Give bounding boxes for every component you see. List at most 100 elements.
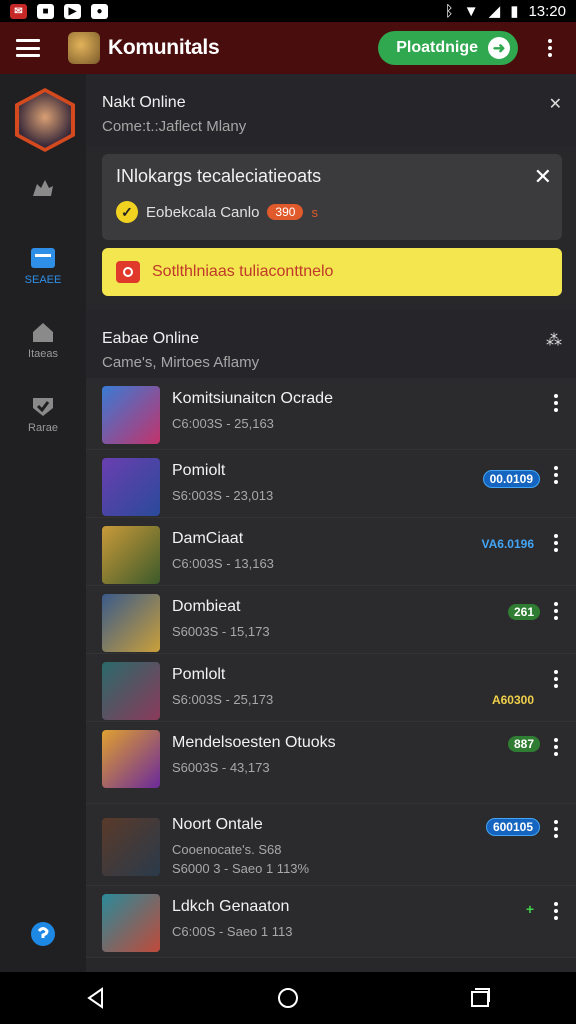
game-title: Ldkch Genaaton <box>172 898 290 915</box>
rail-item-label: Rarae <box>28 422 58 434</box>
home-icon <box>29 320 57 344</box>
badge-check-icon <box>29 394 57 418</box>
close-icon[interactable]: ✕ <box>549 94 562 114</box>
row-menu-icon[interactable] <box>554 466 558 484</box>
game-thumbnail <box>102 526 160 584</box>
overflow-menu-icon[interactable] <box>540 39 560 57</box>
app-notification-icon: ✉ <box>10 3 27 19</box>
game-meta: C6:003S - 25,163 <box>172 416 274 431</box>
game-meta: C6:003S - 13,163 <box>172 556 274 571</box>
game-meta: Cooenocate's. S68 <box>172 842 282 857</box>
app-title: Komunitals <box>108 36 220 59</box>
navigation-rail: SEAEE Itaeas Rarae <box>0 74 86 972</box>
row-menu-icon[interactable] <box>554 738 558 756</box>
row-menu-icon[interactable] <box>554 534 558 552</box>
back-icon[interactable] <box>76 978 116 1018</box>
notice-row-text: Eobekcala Canlo <box>146 203 260 221</box>
media-notification-icon: ▶ <box>64 3 81 19</box>
battery-icon: ▮ <box>510 3 519 20</box>
warning-text: Sotlthlniaas tuliaconttnelo <box>152 263 334 280</box>
menu-icon[interactable] <box>16 39 40 57</box>
status-bar: ✉ ■ ▶ ● ᛒ ▼ ◢ ▮ 13:20 <box>0 0 576 22</box>
status-badge: 00.0109 <box>482 470 540 488</box>
notice-card: INlokargs tecaleciatieoats ✕ ✓ Eobekcala… <box>102 154 562 240</box>
notice-row: ✓ Eobekcala Canlo 390 s <box>116 201 548 223</box>
row-menu-icon[interactable] <box>554 602 558 620</box>
game-thumbnail <box>102 594 160 652</box>
list-item[interactable]: Mendelsoesten Otuoks S6003S - 43,173 887 <box>86 722 576 804</box>
primary-action-button[interactable]: Ploatdnige ➜ <box>378 31 518 65</box>
list-item[interactable]: Pomlolt S6:003S - 25,173 A60300 <box>86 654 576 722</box>
app-logo <box>68 32 100 64</box>
section-subtitle: Come:t.:Jaflect Mlany <box>102 118 247 135</box>
game-title: Noort Ontale <box>172 816 263 833</box>
list-item[interactable]: Noort Ontale Cooenocate's. S68 S6000 3 - S… <box>86 804 576 886</box>
wifi-icon: ▼ <box>463 2 479 20</box>
calendar-notification-icon: ■ <box>37 3 54 19</box>
help-bubble-icon <box>29 922 57 946</box>
rail-item-search[interactable]: SEAEE <box>0 246 86 286</box>
game-meta: S6003S - 15,173 <box>172 624 270 639</box>
row-menu-icon[interactable] <box>554 902 558 920</box>
section-header-online: Eabae Online Came's, Mirtoes Aflamy ⁂ <box>86 310 576 382</box>
app-bar: Komunitals Ploatdnige ➜ <box>0 22 576 74</box>
list-item[interactable]: Komitsiunaitcn Ocrade C6:003S - 25,163 <box>86 378 576 450</box>
status-badge: 887 <box>507 736 540 752</box>
row-menu-icon[interactable] <box>554 670 558 688</box>
row-menu-icon[interactable] <box>554 394 558 412</box>
status-badge: VA6.0196 <box>481 537 534 551</box>
status-badge: 261 <box>507 604 540 620</box>
notice-pill: 390 <box>267 204 304 220</box>
system-navigation-bar <box>0 972 576 1024</box>
rail-item-help[interactable] <box>0 922 86 946</box>
game-thumbnail <box>102 386 160 444</box>
rail-item-label: SEAEE <box>24 274 62 286</box>
folder-icon <box>29 246 57 270</box>
warning-banner[interactable]: Sotlthlniaas tuliaconttnelo <box>102 248 562 296</box>
section-title: Eabae Online <box>102 330 199 347</box>
game-list: Komitsiunaitcn Ocrade C6:003S - 25,163 Po… <box>86 378 576 958</box>
game-title: Komitsiunaitcn Ocrade <box>172 390 333 407</box>
avatar[interactable] <box>15 88 75 152</box>
rail-item-label: Itaeas <box>28 348 58 360</box>
list-item[interactable]: Pomiolt S6:003S - 23,013 00.0109 <box>86 450 576 518</box>
section-header-now-online: Nakt Online Come:t.:Jaflect Mlany ✕ <box>86 74 576 146</box>
list-item[interactable]: Dombieat S6003S - 15,173 261 <box>86 586 576 654</box>
list-item[interactable]: DamCiaat C6:003S - 13,163 VA6.0196 <box>86 518 576 586</box>
game-title: DamCiaat <box>172 530 244 547</box>
row-menu-icon[interactable] <box>554 820 558 838</box>
signal-icon: ◢ <box>488 3 501 20</box>
notice-tail: s <box>311 204 318 220</box>
game-thumbnail <box>102 458 160 516</box>
section-title: Nakt Online <box>102 94 186 111</box>
game-thumbnail <box>102 818 160 876</box>
rail-item-ideas[interactable]: Itaeas <box>0 320 86 360</box>
game-title: Mendelsoesten Otuoks <box>172 734 336 751</box>
clock: 13:20 <box>528 2 566 20</box>
game-meta: S6:003S - 23,013 <box>172 488 274 503</box>
game-thumbnail <box>102 894 160 952</box>
record-icon <box>116 261 140 283</box>
section-subtitle: Came's, Mirtoes Aflamy <box>102 354 260 371</box>
status-badge: A60300 <box>491 693 534 707</box>
game-meta: S6:003S - 25,173 <box>172 692 274 707</box>
splash-icon <box>29 176 57 200</box>
rail-item-rarae[interactable]: Rarae <box>0 394 86 434</box>
recents-icon[interactable] <box>460 978 500 1018</box>
status-badge: 600105 <box>485 818 540 836</box>
primary-action-label: Ploatdnige <box>396 39 478 56</box>
camera-notification-icon: ● <box>91 3 108 19</box>
game-title: Dombieat <box>172 598 241 615</box>
check-icon: ✓ <box>116 201 138 223</box>
expand-icon[interactable]: ⁂ <box>546 330 562 350</box>
game-title: Pomiolt <box>172 462 226 479</box>
close-icon[interactable]: ✕ <box>534 164 552 190</box>
notice-title: INlokargs tecaleciatieoats <box>116 166 322 186</box>
home-icon[interactable] <box>268 978 308 1018</box>
game-meta: S6003S - 43,173 <box>172 760 270 775</box>
main-content: Nakt Online Come:t.:Jaflect Mlany ✕ INlo… <box>86 74 576 972</box>
bluetooth-icon: ᛒ <box>444 2 454 20</box>
rail-item-splash[interactable] <box>0 176 86 200</box>
game-thumbnail <box>102 662 160 720</box>
list-item[interactable]: Ldkch Genaaton C6:00S - Saeo 1 113 + <box>86 886 576 958</box>
